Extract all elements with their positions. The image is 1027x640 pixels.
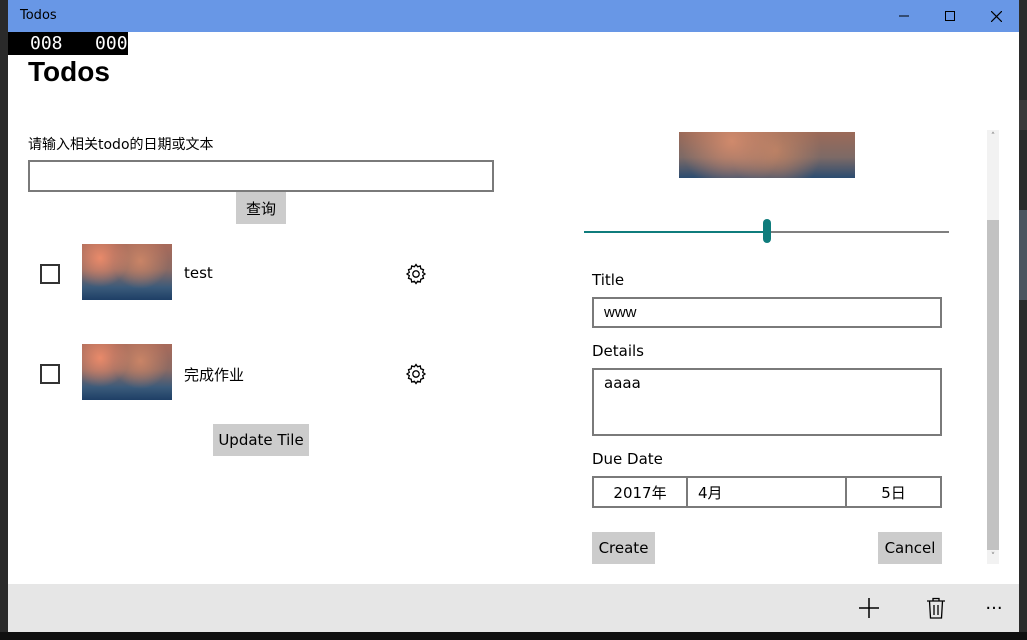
frame-rate-counter-left: 008: [30, 33, 63, 54]
scroll-up-arrow-icon[interactable]: ˄: [987, 130, 999, 144]
todo-title: 完成作业: [184, 366, 245, 384]
due-date-picker[interactable]: 2017年 4月 5日: [592, 476, 942, 508]
create-button[interactable]: Create: [592, 532, 655, 564]
todo-title: test: [184, 264, 213, 282]
vertical-scrollbar[interactable]: ˄ ˅: [987, 130, 999, 564]
minimize-icon: [899, 15, 909, 17]
slider-thumb[interactable]: [762, 219, 771, 243]
due-date-month[interactable]: 4月: [688, 478, 847, 506]
search-label: 请输入相关todo的日期或文本: [28, 137, 214, 153]
delete-icon: [927, 597, 945, 619]
more-options-button[interactable]: ···: [978, 592, 1010, 624]
desktop-background-right: [1019, 0, 1027, 640]
page-title: Todos: [28, 56, 110, 87]
desktop-background-window-edge: [1019, 210, 1027, 300]
list-item[interactable]: 完成作业: [28, 344, 448, 402]
delete-button[interactable]: [920, 592, 952, 624]
add-icon: [859, 598, 879, 618]
title-label: Title: [592, 271, 625, 289]
close-button[interactable]: [973, 0, 1019, 32]
more-icon: ···: [985, 597, 1003, 619]
desktop-background-bottom: [0, 632, 1027, 640]
todo-thumbnail-image: [82, 344, 172, 400]
command-bar: ···: [8, 584, 1019, 632]
scrollbar-thumb[interactable]: [987, 220, 999, 550]
due-date-year[interactable]: 2017年: [594, 478, 688, 506]
settings-gear-icon[interactable]: [404, 262, 428, 286]
minimize-button[interactable]: [881, 0, 927, 32]
list-item[interactable]: test: [28, 244, 448, 302]
title-bar[interactable]: Todos: [8, 0, 1019, 32]
todo-image-preview[interactable]: [679, 132, 855, 178]
slider-fill: [584, 231, 767, 233]
close-icon: [990, 10, 1002, 22]
update-tile-button[interactable]: Update Tile: [213, 424, 309, 456]
scroll-down-arrow-icon[interactable]: ˅: [987, 550, 999, 564]
todo-thumbnail-image: [82, 244, 172, 300]
maximize-icon: [945, 11, 955, 21]
app-window: Todos 008 000 Todos 请输入相关todo的日期或文本 查询 t…: [8, 0, 1019, 632]
todo-checkbox[interactable]: [40, 264, 60, 284]
settings-gear-icon[interactable]: [404, 362, 428, 386]
search-input[interactable]: [28, 160, 494, 192]
desktop-background-left: [0, 0, 8, 640]
todo-checkbox[interactable]: [40, 364, 60, 384]
cancel-button[interactable]: Cancel: [878, 532, 942, 564]
details-label: Details: [592, 342, 645, 360]
frame-rate-counter: 008 000: [8, 32, 128, 55]
due-date-day[interactable]: 5日: [847, 478, 940, 506]
frame-rate-counter-right: 000: [95, 33, 128, 54]
query-button[interactable]: 查询: [236, 192, 286, 224]
window-title: Todos: [20, 8, 57, 23]
details-field[interactable]: aaaa: [592, 368, 942, 436]
title-field[interactable]: [592, 297, 942, 328]
add-button[interactable]: [853, 592, 885, 624]
maximize-button[interactable]: [927, 0, 973, 32]
due-date-label: Due Date: [592, 450, 663, 468]
desktop-background-window-edge: [1019, 100, 1027, 130]
